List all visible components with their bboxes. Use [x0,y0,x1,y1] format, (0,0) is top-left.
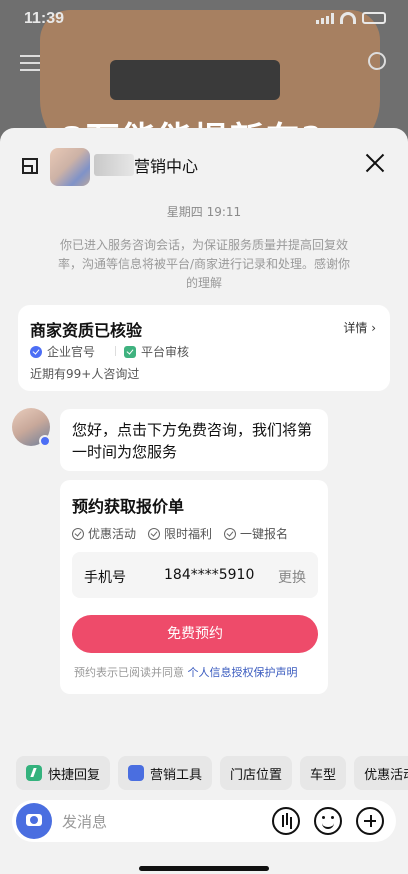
perk-item: 优惠活动 [72,525,136,542]
voice-icon[interactable] [272,807,300,835]
phone-value: 184****5910 [164,567,255,583]
agent-message-bubble: 您好，点击下方免费咨询，我们将第一时间为您服务 [60,409,328,471]
perk-item: 限时福利 [148,525,212,542]
marketing-tools-chip[interactable]: 营销工具 [118,756,213,790]
perk-item: 一键报名 [224,525,288,542]
shop-name-blurred [94,154,134,176]
perk-label: 限时福利 [164,527,213,541]
perk-label: 优惠活动 [88,527,137,541]
verified-icon [30,345,42,358]
check-icon [72,527,84,540]
change-phone-button[interactable]: 更换 [278,567,306,587]
search-icon [368,52,386,70]
merchant-verification-card[interactable]: 商家资质已核验 详情 › 企业官号 平台审核 近期有99+人咨询过 [18,305,390,391]
session-notice: 你已进入服务咨询会话，为保证服务质量并提高回复效率，沟通等信息将被平台/商家进行… [57,238,351,290]
store-location-chip[interactable]: 门店位置 [220,756,293,790]
message-timestamp: 星期四 19:11 [166,205,242,219]
close-icon[interactable] [364,152,386,174]
quick-reply-chip[interactable]: 快捷回复 [16,756,111,790]
shop-avatar [50,148,90,186]
badge-official: 企业官号 [30,343,95,360]
check-icon [148,527,161,540]
divider [115,346,116,356]
chip-label: 优惠活动 [364,767,408,783]
plus-icon[interactable] [356,807,384,835]
lightning-icon [26,765,42,781]
message-input-bar: 发消息 [12,800,396,842]
badge-label: 企业官号 [47,345,96,359]
status-bar: 11:39 [0,10,408,32]
status-time: 11:39 [24,10,65,27]
emoji-icon[interactable] [314,807,342,835]
quote-form-card: 预约获取报价单 优惠活动 限时福利 一键报名 手机号 184****5910 更… [60,480,328,694]
phone-label: 手机号 [84,570,126,586]
home-indicator [139,866,269,871]
promotions-chip[interactable]: 优惠活动 [354,756,408,790]
menu-icon [20,55,40,76]
chip-label: 车型 [310,767,337,783]
perk-list: 优惠活动 限时福利 一键报名 [72,525,288,542]
sheet-header: 营销中心 [0,128,408,200]
car-model-chip[interactable]: 车型 [300,756,347,790]
consent-text: 预约表示已阅读并同意 个人信息授权保护声明 [74,664,298,680]
check-icon [224,527,237,540]
chip-label: 门店位置 [230,767,283,783]
chip-label: 营销工具 [150,767,203,783]
battery-icon [362,12,386,24]
chat-sheet: 营销中心 星期四 19:11 你已进入服务咨询会话，为保证服务质量并提高回复效率… [0,128,408,874]
message-input[interactable]: 发消息 [62,811,107,832]
camera-icon[interactable] [16,803,52,839]
card-title: 商家资质已核验 [30,321,143,340]
form-title: 预约获取报价单 [72,497,185,516]
car-image-detail [110,60,280,100]
signal-icon [316,12,334,24]
phone-field: 手机号 184****5910 更换 [72,552,318,598]
free-booking-button[interactable]: 免费预约 [72,615,318,653]
folder-icon [128,765,145,781]
details-link[interactable]: 详情 › [343,319,376,336]
badge-label: 平台审核 [141,345,190,359]
quick-reply-bar: 快捷回复 营销工具 门店位置 车型 优惠活动 [16,756,408,790]
privacy-statement-link[interactable]: 个人信息授权保护声明 [188,666,298,679]
page-title: 营销中心 [134,157,199,176]
shield-check-icon [124,345,136,358]
chip-label: 快捷回复 [48,767,101,783]
perk-label: 一键报名 [240,527,289,541]
wifi-icon [340,12,356,24]
collapse-icon[interactable] [22,158,38,174]
verified-icon [39,435,51,447]
card-subtitle: 近期有99+人咨询过 [30,367,140,381]
consent-label: 预约表示已阅读并同意 [74,666,188,679]
badge-platform: 平台审核 [124,343,189,360]
